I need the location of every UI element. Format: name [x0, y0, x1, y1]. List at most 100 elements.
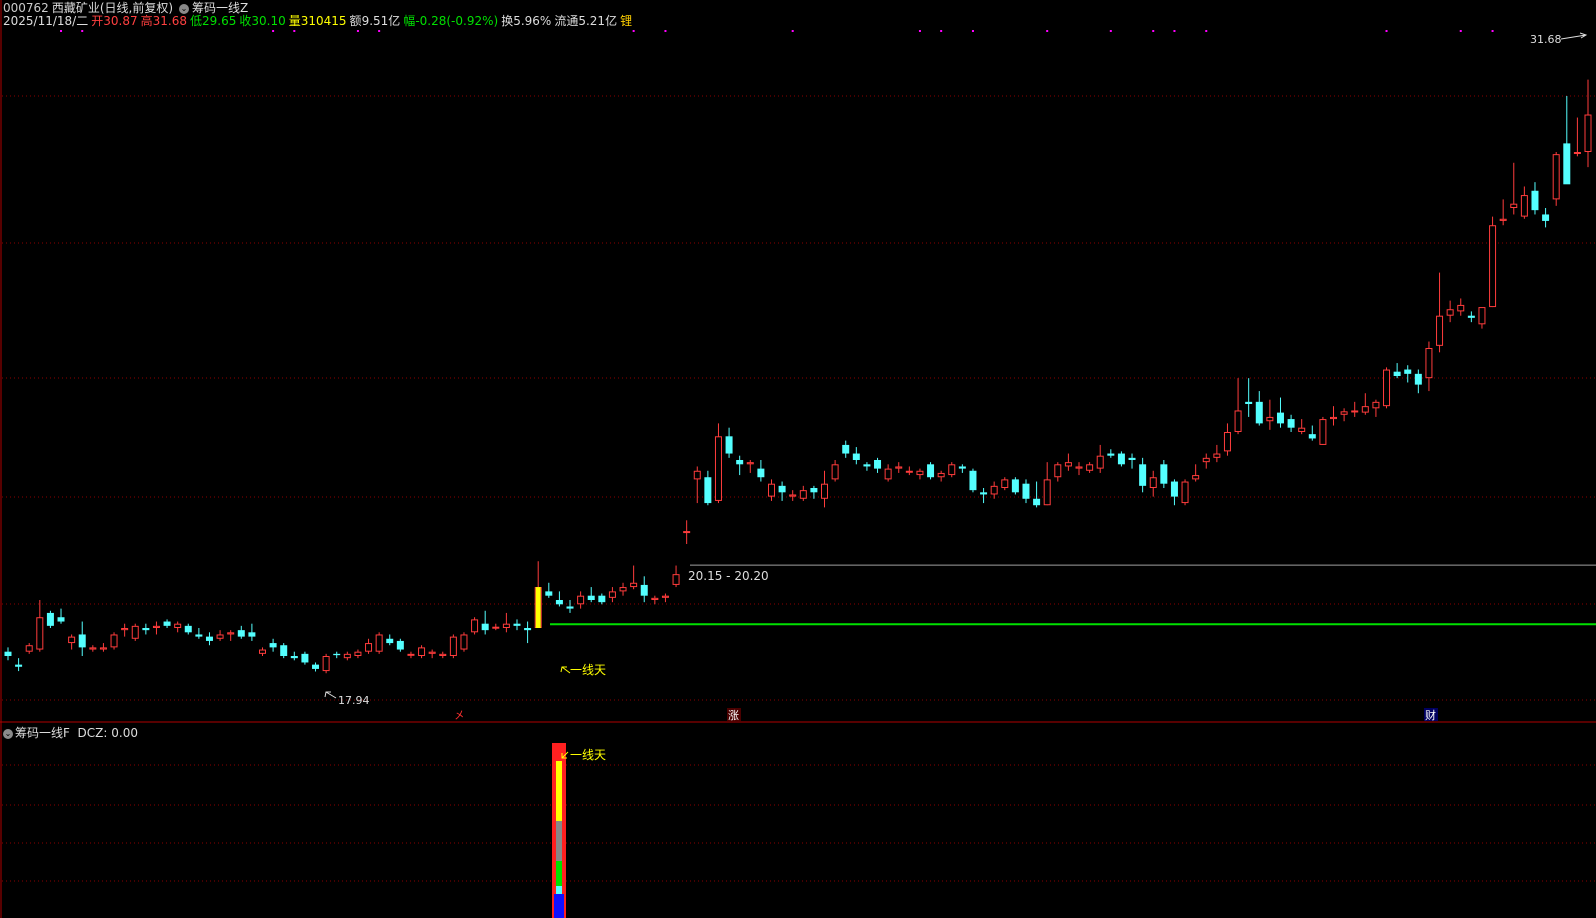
candlestick-chart[interactable]: 20.15 - 20.20 31.68 17.94 一线天 㐅 涨 财 一线天 [0, 0, 1596, 918]
candle [863, 462, 871, 471]
bar-red-top [552, 743, 566, 763]
candle-body [481, 623, 489, 631]
candle-body [1011, 479, 1019, 493]
candle-body [131, 625, 139, 639]
candle [4, 647, 12, 661]
candle-body [1446, 309, 1454, 316]
candle [502, 612, 510, 633]
candle-body [502, 623, 510, 629]
candle-body [1213, 453, 1221, 458]
candle [1319, 416, 1327, 445]
price-range-label: 20.15 - 20.20 [688, 569, 769, 583]
candle-body [1043, 479, 1051, 506]
candle-body [121, 628, 129, 631]
candle-body [258, 649, 266, 654]
candle [354, 649, 362, 659]
candle [15, 658, 23, 672]
signal-dot [1046, 30, 1049, 32]
signal-dot [1491, 30, 1494, 32]
candle [46, 610, 54, 628]
candle-body [205, 636, 213, 641]
candle-body [566, 606, 574, 609]
candle [619, 582, 627, 596]
candle-body [905, 470, 913, 473]
candle [1107, 449, 1115, 458]
candle-body [280, 645, 288, 656]
candle [852, 447, 860, 465]
event-marker-2[interactable]: 涨 [728, 709, 739, 722]
candle [767, 479, 775, 501]
candle-body [396, 640, 404, 650]
chevron-down-icon[interactable]: ⌄ [3, 729, 13, 739]
candle [142, 623, 150, 635]
candle [1001, 477, 1009, 491]
candle-body [375, 634, 383, 652]
candle [916, 468, 924, 480]
candle-body [736, 460, 744, 465]
candle [375, 632, 383, 654]
candle [1192, 464, 1200, 482]
sub-panel-title[interactable]: 筹码一线F [15, 726, 70, 740]
candle-body [577, 595, 585, 605]
candle [407, 651, 415, 659]
candle-body [237, 630, 245, 637]
candle-body [683, 531, 691, 534]
candle [810, 485, 818, 499]
candle-body [842, 444, 850, 454]
candle [1510, 162, 1518, 215]
candle-body [630, 582, 638, 588]
candle [1542, 208, 1550, 228]
candle [1128, 453, 1136, 469]
candle-body [195, 634, 203, 637]
candle [25, 643, 33, 654]
candle-body [513, 623, 521, 626]
candle [714, 423, 722, 504]
candle [757, 460, 765, 482]
candle-body [810, 488, 818, 493]
candle [1351, 401, 1359, 417]
candle-body [831, 464, 839, 480]
candle-body [852, 453, 860, 460]
candle-body [428, 651, 436, 654]
candle-body [608, 591, 616, 598]
signal-candle-fill [535, 587, 541, 628]
candle [1425, 341, 1433, 392]
candle [1022, 479, 1030, 504]
candle [258, 647, 266, 656]
candle-body [1245, 401, 1253, 404]
candle [704, 470, 712, 506]
candle-body [1478, 307, 1486, 325]
candle-body [57, 617, 65, 622]
candle-body [545, 591, 553, 596]
candle [492, 623, 500, 631]
candle-body [1022, 483, 1030, 499]
candle [1255, 391, 1263, 426]
candle [110, 632, 118, 650]
candle-body [704, 477, 712, 504]
candle [778, 481, 786, 501]
candle-body [937, 472, 945, 478]
candle-body [916, 470, 924, 476]
event-marker-1[interactable]: 㐅 [454, 709, 465, 722]
signal-dot [81, 30, 84, 32]
candle [301, 651, 309, 665]
candle [1531, 182, 1539, 215]
candle [1467, 311, 1475, 323]
candle [396, 638, 404, 652]
price-grid [2, 95, 1596, 701]
signal-dot [1109, 30, 1112, 32]
candle-body [1542, 214, 1550, 221]
candle-body [1033, 498, 1041, 506]
event-marker-3[interactable]: 财 [1425, 708, 1436, 722]
candle-body [1584, 114, 1592, 153]
candle-body [672, 574, 680, 585]
candle [386, 634, 394, 646]
candles [4, 79, 1592, 674]
candle-body [587, 595, 595, 600]
candle-body [449, 636, 457, 656]
candle-body [1319, 419, 1327, 445]
candle-body [269, 643, 277, 648]
signal-dot [632, 30, 635, 32]
candle [1298, 419, 1306, 435]
candle-body [948, 464, 956, 476]
